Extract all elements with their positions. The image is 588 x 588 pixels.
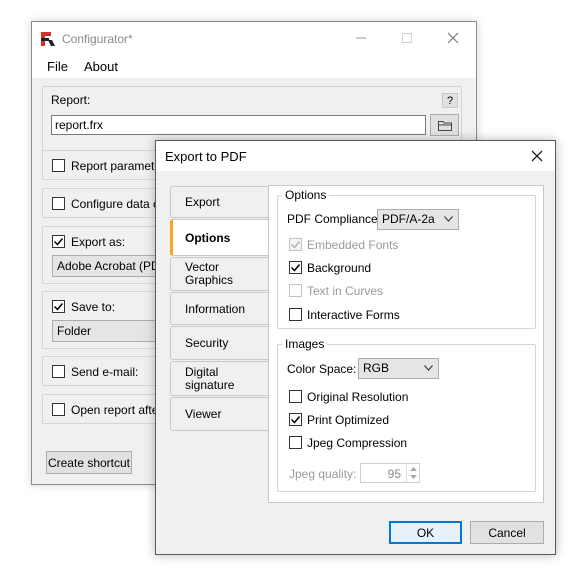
tab-digital-signature-label: Digital signature	[185, 364, 235, 392]
open-report-checkbox[interactable]	[52, 403, 65, 416]
maximize-icon	[402, 33, 412, 43]
minimize-icon	[356, 37, 366, 39]
arrow-up-icon	[410, 467, 417, 471]
report-path-input[interactable]: report.frx	[51, 115, 426, 135]
save-to-checkbox[interactable]	[52, 300, 65, 313]
options-groupbox: Options PDF Compliance: PDF/A-2a Embedde…	[277, 188, 536, 329]
interactive-forms-checkbox[interactable]	[289, 308, 302, 321]
maximize-button[interactable]	[384, 22, 430, 54]
close-icon	[447, 32, 459, 44]
pdf-compliance-label: PDF Compliance:	[287, 212, 382, 226]
images-groupbox: Images Color Space: RGB Original Resolut…	[277, 337, 536, 492]
jpeg-quality-value: 95	[387, 467, 401, 481]
color-space-select[interactable]: RGB	[358, 358, 439, 379]
spinner-arrows[interactable]	[406, 464, 419, 482]
tab-security[interactable]: Security	[170, 326, 269, 360]
tab-viewer[interactable]: Viewer	[170, 397, 269, 431]
report-parameters-checkbox[interactable]	[52, 159, 65, 172]
report-label: Report:	[51, 93, 91, 107]
jpeg-compression-checkbox[interactable]	[289, 436, 302, 449]
checkmark-icon	[53, 303, 64, 311]
browse-report-button[interactable]	[430, 114, 459, 136]
interactive-forms-label: Interactive Forms	[307, 308, 400, 322]
original-resolution-label: Original Resolution	[307, 390, 409, 404]
close-icon	[531, 150, 543, 162]
tab-options[interactable]: Options	[170, 219, 270, 256]
dialog-close-button[interactable]	[519, 141, 555, 171]
dialog-title: Export to PDF	[165, 149, 247, 164]
create-shortcut-button[interactable]: Create shortcut	[46, 451, 132, 474]
arrow-down-icon	[410, 475, 417, 479]
original-resolution-checkbox[interactable]	[289, 390, 302, 403]
checkmark-icon	[290, 241, 301, 249]
embedded-fonts-checkbox[interactable]	[289, 238, 302, 251]
color-space-value: RGB	[363, 361, 390, 375]
options-tab-page: Options PDF Compliance: PDF/A-2a Embedde…	[268, 185, 544, 503]
export-as-checkbox[interactable]	[52, 235, 65, 248]
images-legend: Images	[282, 337, 328, 351]
dialog-titlebar[interactable]: Export to PDF	[156, 141, 555, 171]
folder-icon	[437, 120, 452, 131]
tab-export[interactable]: Export	[170, 186, 269, 218]
pdf-compliance-value: PDF/A-2a	[382, 212, 435, 226]
configurator-titlebar[interactable]: Configurator*	[32, 22, 476, 54]
menu-bar: File About	[32, 54, 476, 78]
tab-vector-graphics-label: Vector Graphics	[185, 260, 234, 287]
help-button[interactable]: ?	[442, 93, 458, 108]
cancel-button[interactable]: Cancel	[470, 521, 544, 544]
close-button[interactable]	[430, 22, 476, 54]
export-as-label: Export as:	[71, 235, 126, 249]
tab-vector-graphics[interactable]: Vector Graphics	[170, 257, 269, 291]
checkmark-icon	[53, 238, 64, 246]
configurator-title: Configurator*	[62, 32, 133, 46]
checkmark-icon	[290, 264, 301, 272]
export-pdf-dialog: Export to PDF Export Options Vector Grap…	[155, 140, 556, 555]
minimize-button[interactable]	[338, 22, 384, 54]
menu-file[interactable]: File	[47, 59, 68, 74]
text-in-curves-label: Text in Curves	[307, 284, 384, 298]
pdf-compliance-select[interactable]: PDF/A-2a	[377, 209, 459, 230]
send-email-checkbox[interactable]	[52, 365, 65, 378]
embedded-fonts-label: Embedded Fonts	[307, 238, 399, 252]
configure-data-checkbox[interactable]	[52, 197, 65, 210]
background-label: Background	[307, 261, 372, 275]
tab-information[interactable]: Information	[170, 292, 269, 325]
menu-about[interactable]: About	[84, 59, 118, 74]
options-legend: Options	[282, 188, 330, 202]
color-space-label: Color Space:	[287, 362, 357, 376]
save-to-label: Save to:	[71, 300, 116, 314]
ok-button[interactable]: OK	[389, 521, 462, 544]
send-email-label: Send e-mail:	[71, 365, 139, 379]
tab-digital-signature[interactable]: Digital signature	[170, 361, 269, 396]
print-optimized-checkbox[interactable]	[289, 413, 302, 426]
print-optimized-label: Print Optimized	[307, 413, 390, 427]
jpeg-quality-spinner[interactable]: 95	[360, 463, 420, 483]
chevron-down-icon	[444, 216, 453, 222]
text-in-curves-checkbox[interactable]	[289, 284, 302, 297]
chevron-down-icon	[424, 365, 433, 371]
jpeg-compression-label: Jpeg Compression	[307, 436, 408, 450]
background-checkbox[interactable]	[289, 261, 302, 274]
configure-data-label: Configure data co	[71, 197, 166, 211]
jpeg-quality-label: Jpeg quality:	[289, 467, 357, 481]
checkmark-icon	[290, 416, 301, 424]
fastreport-logo-icon	[41, 32, 55, 46]
